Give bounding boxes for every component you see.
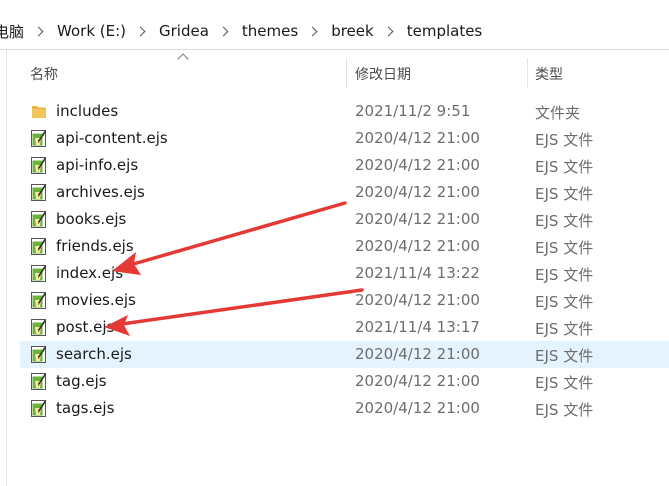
list-item[interactable]: tag.ejs 2020/4/12 21:00 EJS 文件 [20,368,669,395]
chevron-right-icon[interactable] [218,26,229,36]
list-item[interactable]: books.ejs 2020/4/12 21:00 EJS 文件 [20,206,669,233]
file-type: EJS 文件 [535,293,594,311]
file-name: movies.ejs [56,291,136,309]
ejs-file-icon [31,346,47,363]
column-header: 名称 修改日期 类型 [20,53,669,88]
list-item[interactable]: index.ejs 2021/11/4 13:22 EJS 文件 [20,260,669,287]
address-bar[interactable]: 电脑 Work (E:) Gridea themes breek templat… [0,0,669,50]
breadcrumb-item-breek[interactable]: breek [331,22,374,40]
file-name: tags.ejs [56,399,115,417]
file-explorer-window: 电脑 Work (E:) Gridea themes breek templat… [0,0,669,486]
chevron-right-icon[interactable] [383,26,394,36]
file-name: archives.ejs [56,183,145,201]
file-name: search.ejs [56,345,132,363]
file-name: api-content.ejs [56,129,168,147]
breadcrumb-item-drive[interactable]: Work (E:) [57,22,126,40]
ejs-file-icon [31,400,47,417]
breadcrumb-item-templates[interactable]: templates [407,22,483,40]
file-date: 2020/4/12 21:00 [355,156,480,174]
ejs-file-icon [31,184,47,201]
list-item[interactable]: tags.ejs 2020/4/12 21:00 EJS 文件 [20,395,669,422]
ejs-file-icon [31,157,47,174]
file-type: EJS 文件 [535,266,594,284]
ejs-file-icon [31,265,47,282]
file-type: EJS 文件 [535,158,594,176]
ejs-file-icon [31,130,47,147]
breadcrumb-item-this-pc[interactable]: 电脑 [0,21,24,42]
file-list: includes 2021/11/2 9:51 文件夹 api-content.… [20,98,669,422]
file-name: friends.ejs [56,237,134,255]
list-item[interactable]: api-content.ejs 2020/4/12 21:00 EJS 文件 [20,125,669,152]
file-type: EJS 文件 [535,131,594,149]
file-type: EJS 文件 [535,347,594,365]
file-type: EJS 文件 [535,185,594,203]
file-name: post.ejs [56,318,115,336]
file-name: books.ejs [56,210,127,228]
file-name: index.ejs [56,264,124,282]
column-header-date[interactable]: 修改日期 [355,64,411,84]
list-item[interactable]: post.ejs 2021/11/4 13:17 EJS 文件 [20,314,669,341]
file-type: EJS 文件 [535,374,594,392]
navigation-pane-edge [0,50,7,486]
file-date: 2020/4/12 21:00 [355,345,480,363]
list-item[interactable]: api-info.ejs 2020/4/12 21:00 EJS 文件 [20,152,669,179]
list-item[interactable]: includes 2021/11/2 9:51 文件夹 [20,98,669,125]
column-divider[interactable] [527,58,528,88]
ejs-file-icon [31,211,47,228]
chevron-right-icon[interactable] [307,26,318,36]
list-item[interactable]: friends.ejs 2020/4/12 21:00 EJS 文件 [20,233,669,260]
file-type: EJS 文件 [535,212,594,230]
sort-ascending-icon [177,53,189,65]
breadcrumb-item-themes[interactable]: themes [242,22,298,40]
ejs-file-icon [31,373,47,390]
ejs-file-icon [31,238,47,255]
file-date: 2020/4/12 21:00 [355,183,480,201]
list-item[interactable]: movies.ejs 2020/4/12 21:00 EJS 文件 [20,287,669,314]
ejs-file-icon [31,319,47,336]
chevron-right-icon[interactable] [33,26,44,36]
breadcrumb: 电脑 Work (E:) Gridea themes breek templat… [0,19,482,43]
file-date: 2020/4/12 21:00 [355,129,480,147]
column-divider[interactable] [346,58,347,88]
file-name: includes [56,102,119,120]
list-item-selected[interactable]: search.ejs 2020/4/12 21:00 EJS 文件 [20,341,669,368]
file-name: api-info.ejs [56,156,139,174]
file-type: 文件夹 [535,104,581,122]
chevron-right-icon[interactable] [135,26,146,36]
file-date: 2020/4/12 21:00 [355,210,480,228]
breadcrumb-item-gridea[interactable]: Gridea [159,22,209,40]
file-date: 2020/4/12 21:00 [355,237,480,255]
ejs-file-icon [31,292,47,309]
file-date: 2021/11/4 13:22 [355,264,480,282]
file-date: 2020/4/12 21:00 [355,372,480,390]
list-item[interactable]: archives.ejs 2020/4/12 21:00 EJS 文件 [20,179,669,206]
file-type: EJS 文件 [535,239,594,257]
folder-icon [32,106,46,118]
file-type: EJS 文件 [535,401,594,419]
file-date: 2020/4/12 21:00 [355,291,480,309]
file-type: EJS 文件 [535,320,594,338]
file-date: 2021/11/2 9:51 [355,102,471,120]
file-date: 2020/4/12 21:00 [355,399,480,417]
file-name: tag.ejs [56,372,107,390]
column-header-name[interactable]: 名称 [30,64,58,84]
file-date: 2021/11/4 13:17 [355,318,480,336]
column-header-type[interactable]: 类型 [535,64,563,84]
